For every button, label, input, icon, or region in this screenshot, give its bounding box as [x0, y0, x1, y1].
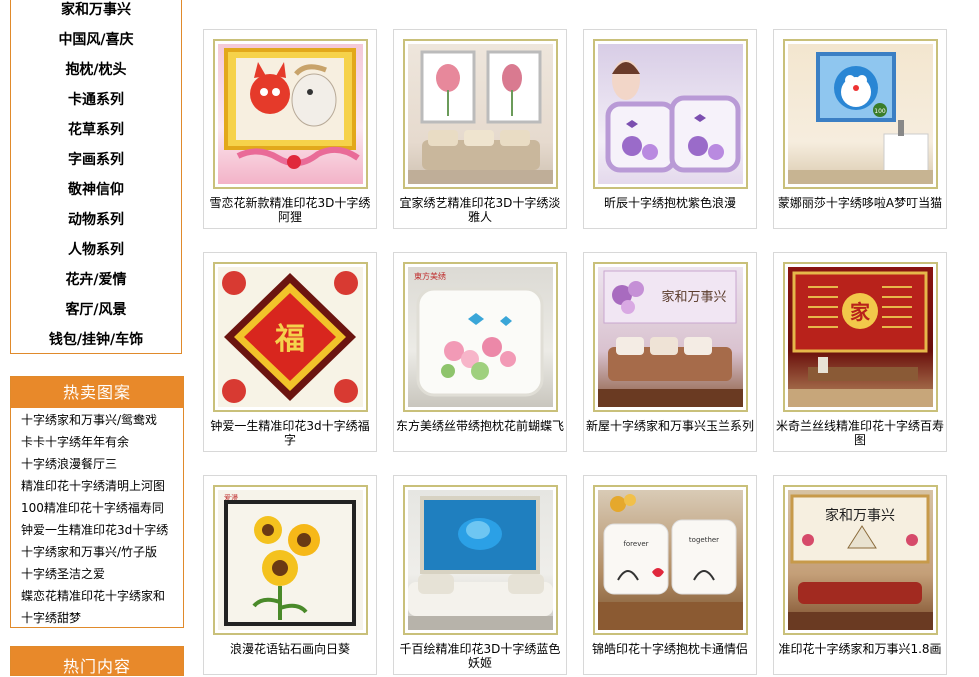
jia-character: 家	[850, 300, 871, 324]
product-card[interactable]: 宜家绣艺精准印花3D十字绣淡雅人	[393, 29, 567, 229]
hot-patterns-panel: 热卖图案 十字绣家和万事兴/鸳鸯戏 卡卡十字绣年年有余 十字绣浪漫餐厅三 精准印…	[10, 376, 184, 628]
fu-character: 福	[274, 322, 305, 357]
product-image	[408, 44, 553, 184]
hot-item-link[interactable]: 十字绣浪漫餐厅三	[21, 453, 181, 475]
product-image: 爱漫	[218, 490, 363, 630]
category-item[interactable]: 卡通系列	[11, 90, 181, 110]
category-item[interactable]: 人物系列	[11, 240, 181, 260]
product-image-frame: forever together	[593, 485, 748, 635]
hot-content-title: 热门内容	[62, 657, 131, 676]
hot-item-link[interactable]: 精准印花十字绣清明上河图	[21, 475, 181, 497]
product-card[interactable]: 家和万事兴 准印花十字绣家和万事兴1.8画	[773, 475, 947, 675]
product-caption[interactable]: 宜家绣艺精准印花3D十字绣淡雅人	[396, 196, 564, 224]
product-caption[interactable]: 昕辰十字绣抱枕紫色浪漫	[586, 196, 754, 210]
product-image: 100	[788, 44, 933, 184]
product-image: 東方美绣	[408, 267, 553, 407]
product-caption[interactable]: 浪漫花语钻石画向日葵	[206, 642, 374, 656]
product-image-frame: 東方美绣	[403, 262, 558, 412]
product-image-frame: 家和万事兴	[593, 262, 748, 412]
hot-item-link[interactable]: 蝶恋花精准印花十字绣家和	[21, 585, 181, 607]
hot-item-link[interactable]: 十字绣甜梦	[21, 607, 181, 629]
product-image-frame: 100	[783, 39, 938, 189]
product-image-frame: 家和万事兴	[783, 485, 938, 635]
hot-content-panel: 热门内容	[10, 646, 184, 676]
product-card[interactable]: 昕辰十字绣抱枕紫色浪漫	[583, 29, 757, 229]
product-image	[598, 44, 743, 184]
product-caption[interactable]: 米奇兰丝线精准印花十字绣百寿图	[776, 419, 944, 447]
category-item[interactable]: 钱包/挂钟/车饰	[11, 330, 181, 350]
product-image-frame	[403, 485, 558, 635]
painting-text: 家和万事兴	[661, 289, 726, 305]
product-image	[218, 44, 363, 184]
hot-item-link[interactable]: 卡卡十字绣年年有余	[21, 431, 181, 453]
category-item[interactable]: 字画系列	[11, 150, 181, 170]
painting-text: 家和万事兴	[825, 507, 895, 524]
product-card[interactable]: 千百绘精准印花3D十字绣蓝色妖姬	[393, 475, 567, 675]
pillow-text: together	[689, 536, 719, 544]
product-image: 家	[788, 267, 933, 407]
product-caption[interactable]: 新屋十字绣家和万事兴玉兰系列	[586, 419, 754, 433]
product-card[interactable]: 100 蒙娜丽莎十字绣哆啦A梦叮当猫	[773, 29, 947, 229]
pillow-text: forever	[623, 540, 648, 548]
product-card[interactable]: 家和万事兴 新屋十字绣家和万事兴玉兰系列	[583, 252, 757, 452]
product-image-frame: 家	[783, 262, 938, 412]
product-caption[interactable]: 东方美绣丝带绣抱枕花前蝴蝶飞	[396, 419, 564, 433]
hot-patterns-title: 热卖图案	[11, 377, 183, 408]
category-item[interactable]: 动物系列	[11, 210, 181, 230]
hot-item-link[interactable]: 十字绣家和万事兴/竹子版	[21, 541, 181, 563]
product-card[interactable]: 雪恋花新款精准印花3D十字绣阿狸	[203, 29, 377, 229]
category-item[interactable]: 客厅/风景	[11, 300, 181, 320]
product-caption[interactable]: 钟爱一生精准印花3d十字绣福字	[206, 419, 374, 447]
product-card[interactable]: 福 钟爱一生精准印花3d十字绣福字	[203, 252, 377, 452]
product-card[interactable]: 家 米奇兰丝线精准印花十字绣百寿图	[773, 252, 947, 452]
product-image: forever together	[598, 490, 743, 630]
category-list: 家和万事兴 中国风/喜庆 抱枕/枕头 卡通系列 花草系列 字画系列 敬神信仰 动…	[10, 0, 182, 354]
product-card[interactable]: 爱漫 浪漫花语钻石画向日葵	[203, 475, 377, 675]
product-image-frame	[403, 39, 558, 189]
product-image-frame: 爱漫	[213, 485, 368, 635]
product-caption[interactable]: 锦皓印花十字绣抱枕卡通情侣	[586, 642, 754, 656]
product-image-frame	[593, 39, 748, 189]
hot-item-link[interactable]: 十字绣家和万事兴/鸳鸯戏	[21, 409, 181, 431]
category-item[interactable]: 家和万事兴	[11, 0, 181, 20]
product-card[interactable]: 東方美绣 东方美绣丝带绣抱枕花前蝴蝶飞	[393, 252, 567, 452]
product-caption[interactable]: 蒙娜丽莎十字绣哆啦A梦叮当猫	[776, 196, 944, 210]
category-item[interactable]: 花卉/爱情	[11, 270, 181, 290]
category-item[interactable]: 中国风/喜庆	[11, 30, 181, 50]
product-image-frame: 福	[213, 262, 368, 412]
product-image: 福	[218, 267, 363, 407]
product-image-frame	[213, 39, 368, 189]
product-caption[interactable]: 雪恋花新款精准印花3D十字绣阿狸	[206, 196, 374, 224]
brand-text: 東方美绣	[414, 271, 446, 281]
category-item[interactable]: 敬神信仰	[11, 180, 181, 200]
product-image: 家和万事兴	[788, 490, 933, 630]
product-image: 家和万事兴	[598, 267, 743, 407]
badge-text: 100	[874, 108, 886, 115]
hot-item-link[interactable]: 100精准印花十字绣福寿同	[21, 497, 181, 519]
category-item[interactable]: 花草系列	[11, 120, 181, 140]
hot-item-link[interactable]: 钟爱一生精准印花3d十字绣	[21, 519, 181, 541]
product-caption[interactable]: 准印花十字绣家和万事兴1.8画	[776, 642, 944, 656]
product-image	[408, 490, 553, 630]
product-card[interactable]: forever together 锦皓印花十字绣抱枕卡通情侣	[583, 475, 757, 675]
hot-item-link[interactable]: 十字绣圣洁之爱	[21, 563, 181, 585]
category-item[interactable]: 抱枕/枕头	[11, 60, 181, 80]
